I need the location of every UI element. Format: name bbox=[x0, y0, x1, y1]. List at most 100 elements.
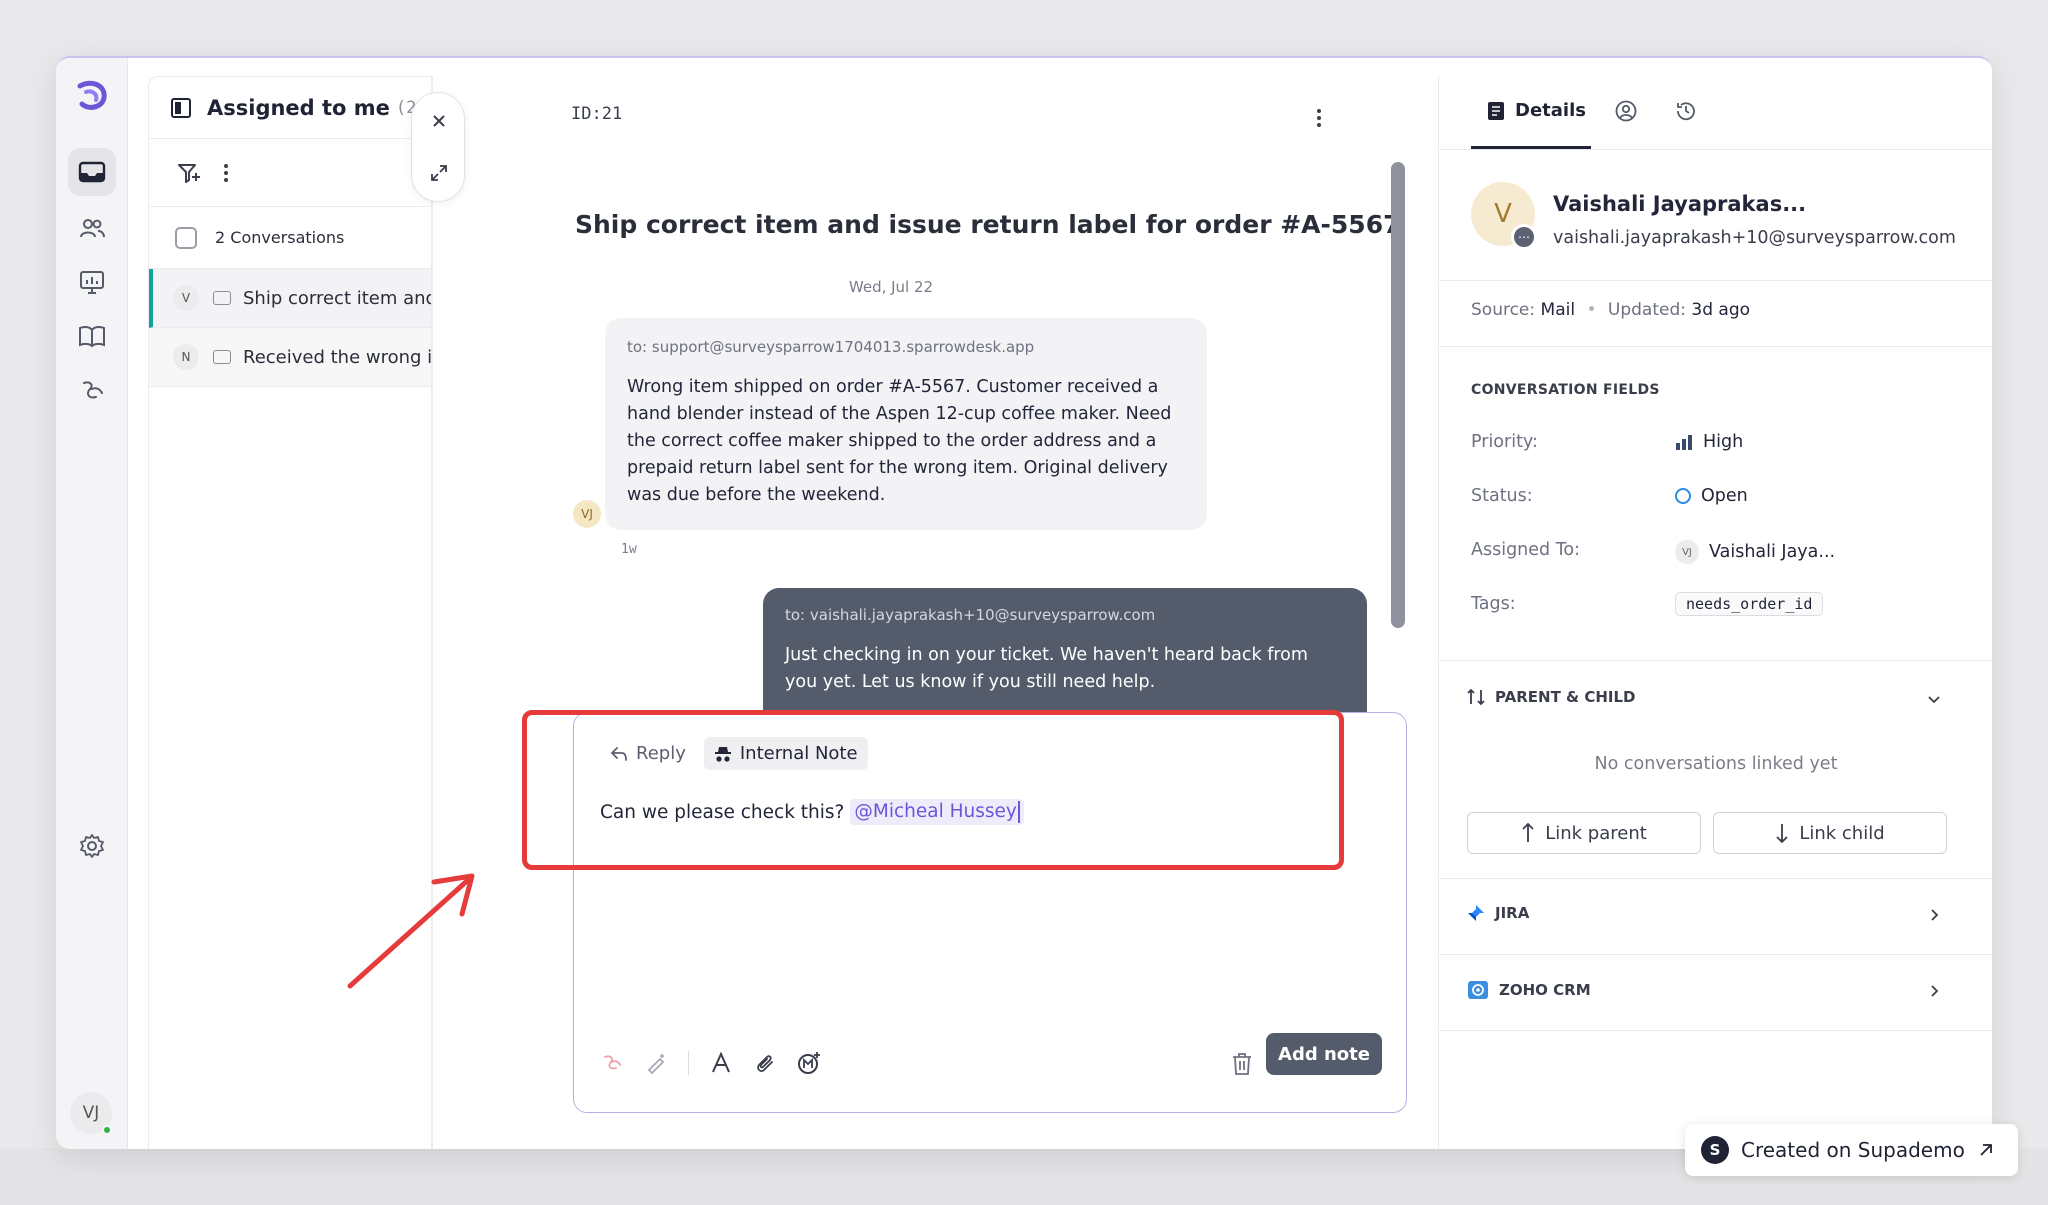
mail-icon bbox=[213, 350, 231, 364]
user-circle-icon bbox=[1615, 100, 1637, 122]
assignee-value: Vaishali Jaya... bbox=[1709, 542, 1836, 562]
scrollbar[interactable] bbox=[1391, 162, 1405, 628]
close-button[interactable] bbox=[427, 109, 451, 133]
expand-button[interactable] bbox=[427, 161, 451, 185]
ticket-id: ID:21 bbox=[571, 104, 623, 124]
jira-icon bbox=[1468, 905, 1484, 921]
ai-assist-button[interactable] bbox=[600, 1051, 624, 1075]
supademo-badge[interactable]: S Created on Supademo bbox=[1685, 1124, 2018, 1176]
composer-toolbar bbox=[600, 1051, 821, 1075]
contact-email: vaishali.jayaprakash+10@surveysparrow.co… bbox=[1553, 228, 1956, 248]
reports-nav[interactable] bbox=[68, 258, 116, 306]
parent-child-icon bbox=[1467, 688, 1485, 706]
contact-initial: N bbox=[173, 344, 199, 370]
divider bbox=[1439, 1030, 1992, 1031]
macro-button[interactable] bbox=[797, 1051, 821, 1075]
contact-name[interactable]: Vaishali Jayaprakas... bbox=[1553, 192, 1806, 216]
history-icon bbox=[1677, 102, 1695, 121]
message-body: Just checking in on your ticket. We have… bbox=[785, 645, 1308, 692]
list-item[interactable]: N Received the wrong item bbox=[149, 328, 431, 387]
priority-field[interactable]: High bbox=[1675, 432, 1743, 452]
tag-chip[interactable]: needs_order_id bbox=[1675, 592, 1824, 616]
sparrow-ai-icon bbox=[83, 381, 103, 399]
expand-icon bbox=[431, 165, 447, 181]
updated-label: Updated: bbox=[1607, 300, 1686, 320]
online-status-dot bbox=[102, 1125, 112, 1135]
open-status-icon bbox=[1675, 488, 1691, 504]
attach-button[interactable] bbox=[753, 1051, 777, 1075]
status-field[interactable]: Open bbox=[1675, 486, 1748, 506]
zoho-crm-section[interactable]: ZOHO CRM bbox=[1467, 980, 1591, 1000]
external-link-icon bbox=[1980, 1144, 1992, 1156]
text-format-button[interactable] bbox=[709, 1051, 733, 1075]
knowledge-base-nav[interactable] bbox=[68, 312, 116, 360]
conversation-subject: Ship correct item and issue return label… bbox=[243, 287, 431, 309]
contacts-nav[interactable] bbox=[68, 204, 116, 252]
pane-controls bbox=[411, 92, 465, 202]
source-line: Source: Mail • Updated: 3d ago bbox=[1471, 300, 1750, 320]
assignee-field[interactable]: VJ Vaishali Jaya... bbox=[1675, 540, 1835, 564]
inbox-icon bbox=[78, 161, 106, 183]
filter-add-icon[interactable] bbox=[177, 161, 201, 185]
conversation-subject: Received the wrong item bbox=[243, 346, 431, 368]
left-rail: VJ bbox=[56, 58, 128, 1149]
list-header: Assigned to me (2) bbox=[149, 77, 431, 139]
source-value: Mail bbox=[1540, 300, 1576, 320]
contact-card: V ⋯ Vaishali Jayaprakas... vaishali.jaya… bbox=[1471, 182, 1971, 272]
inbox-nav[interactable] bbox=[68, 148, 116, 196]
supademo-label: Created on Supademo bbox=[1741, 1138, 1965, 1162]
message-recipient: to: vaishali.jayaprakash+10@surveysparro… bbox=[785, 606, 1156, 624]
sidebar-toggle-icon[interactable] bbox=[171, 97, 191, 118]
link-child-button[interactable]: Link child bbox=[1713, 812, 1947, 854]
source-label: Source: bbox=[1471, 300, 1536, 320]
chevron-down-icon[interactable] bbox=[1927, 692, 1941, 706]
inbound-message: to: support@surveysparrow1704013.sparrow… bbox=[605, 318, 1207, 530]
divider bbox=[1439, 346, 1992, 347]
tab-contact[interactable] bbox=[1615, 100, 1637, 122]
annotation-arrow-icon bbox=[347, 873, 475, 989]
tags-field[interactable]: needs_order_id bbox=[1675, 592, 1824, 616]
settings-nav[interactable] bbox=[68, 822, 116, 870]
message-body: Wrong item shipped on order #A-5567. Cus… bbox=[627, 377, 1172, 505]
document-icon bbox=[1488, 101, 1504, 120]
parent-child-header[interactable]: PARENT & CHILD bbox=[1467, 688, 1636, 706]
gear-icon bbox=[80, 834, 104, 858]
priority-value: High bbox=[1703, 432, 1744, 452]
assigned-label: Assigned To: bbox=[1471, 540, 1581, 560]
chevron-right-icon[interactable] bbox=[1927, 984, 1941, 998]
more-icon[interactable]: ⋯ bbox=[1511, 224, 1537, 250]
macro-icon bbox=[798, 1052, 820, 1074]
supademo-logo-icon: S bbox=[1701, 1136, 1729, 1164]
tab-history[interactable] bbox=[1675, 100, 1697, 122]
ticket-more-icon[interactable] bbox=[1309, 106, 1329, 130]
app-logo-icon[interactable] bbox=[74, 78, 110, 114]
chevron-right-icon[interactable] bbox=[1927, 908, 1941, 922]
tab-details-label: Details bbox=[1515, 100, 1586, 121]
list-item[interactable]: V Ship correct item and issue return lab… bbox=[149, 269, 431, 328]
list-title: Assigned to me bbox=[207, 95, 390, 120]
link-parent-icon bbox=[1522, 822, 1534, 842]
add-note-button[interactable]: Add note bbox=[1266, 1033, 1382, 1075]
ai-agent-nav[interactable] bbox=[68, 366, 116, 414]
bullet-separator: • bbox=[1586, 300, 1597, 320]
divider bbox=[1439, 280, 1992, 281]
status-value: Open bbox=[1701, 486, 1748, 506]
more-options-icon[interactable] bbox=[223, 163, 229, 183]
users-icon bbox=[80, 219, 105, 238]
active-tab-indicator bbox=[1471, 146, 1591, 149]
priority-label: Priority: bbox=[1471, 432, 1538, 452]
link-parent-label: Link parent bbox=[1545, 822, 1647, 844]
message-age: 1w bbox=[621, 542, 637, 557]
toolbar-divider bbox=[688, 1051, 689, 1075]
rewrite-button[interactable] bbox=[644, 1051, 668, 1075]
select-all-checkbox[interactable] bbox=[175, 226, 197, 249]
link-parent-button[interactable]: Link parent bbox=[1467, 812, 1701, 854]
details-tabs: Details bbox=[1439, 76, 1992, 150]
jira-section[interactable]: JIRA bbox=[1467, 904, 1529, 922]
section-title-conversation-fields: CONVERSATION FIELDS bbox=[1471, 382, 1660, 398]
tab-details[interactable]: Details bbox=[1487, 100, 1586, 121]
trash-icon[interactable] bbox=[1230, 1051, 1254, 1077]
outbound-message: to: vaishali.jayaprakash+10@surveysparro… bbox=[763, 588, 1367, 718]
author-avatar: VJ bbox=[573, 500, 601, 528]
mail-icon bbox=[213, 291, 231, 305]
